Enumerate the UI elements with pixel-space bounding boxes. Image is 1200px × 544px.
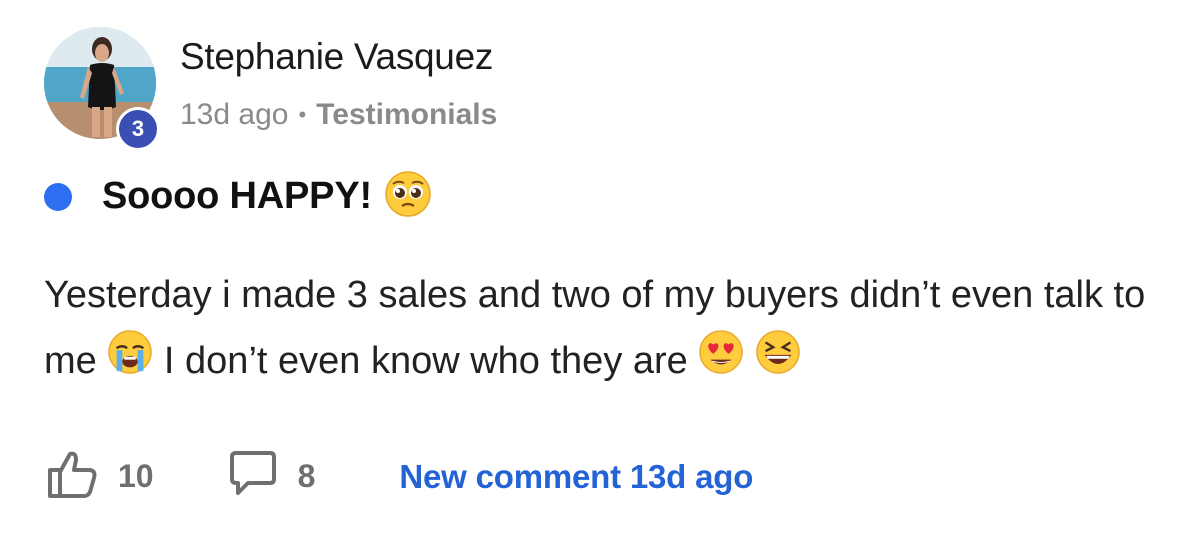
new-comment-link[interactable]: New comment 13d ago	[399, 458, 753, 496]
speech-bubble-icon	[226, 447, 280, 506]
post-meta: 13d ago • Testimonials	[180, 98, 497, 132]
post-time: 13d ago	[180, 98, 289, 131]
comment-count: 8	[297, 458, 316, 494]
level-badge: 3	[116, 107, 160, 151]
author-name[interactable]: Stephanie Vasquez	[180, 36, 493, 78]
like-count: 10	[118, 458, 154, 494]
meta-separator: •	[298, 102, 307, 127]
loudly-crying-face-emoji-icon	[107, 329, 153, 396]
author-avatar[interactable]: 3	[44, 27, 160, 151]
like-button[interactable]: 10	[44, 446, 154, 507]
post-body[interactable]: Yesterday i made 3 sales and two of my b…	[44, 262, 1174, 396]
post-actions: 10 8 New comment 13d ago	[44, 446, 753, 507]
pleading-face-emoji-icon	[384, 170, 432, 223]
post-title[interactable]: Soooo HAPPY!	[102, 175, 372, 218]
comment-button[interactable]: 8	[226, 447, 316, 506]
post-category[interactable]: Testimonials	[316, 98, 497, 132]
post-body-text-2: I don’t even know who they are	[163, 340, 688, 382]
title-row[interactable]: Soooo HAPPY!	[44, 170, 432, 223]
heart-eyes-emoji-icon	[698, 329, 744, 396]
unread-indicator	[44, 182, 72, 211]
thumbs-up-icon	[44, 446, 100, 507]
squinting-laughing-emoji-icon	[755, 329, 801, 396]
